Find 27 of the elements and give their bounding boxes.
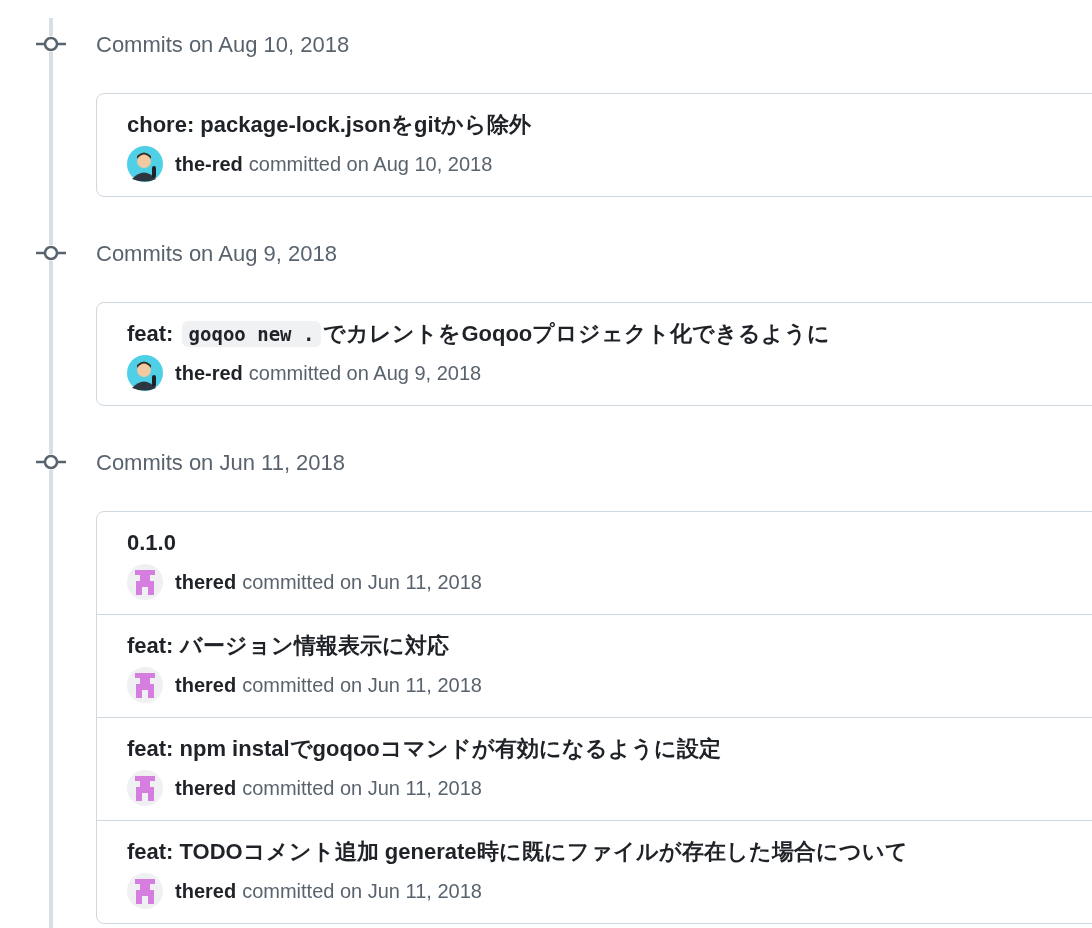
commit-title[interactable]: feat: バージョン情報表示に対応 — [127, 631, 1085, 661]
commit-title[interactable]: feat: TODOコメント追加 generate時に既にファイルが存在した場合について — [127, 837, 1085, 867]
commit-date: committed on Jun 11, 2018 — [242, 776, 482, 801]
commit-date: committed on Aug 10, 2018 — [248, 152, 493, 177]
author-link[interactable]: thered — [175, 670, 237, 700]
commit-date: committed on Jun 11, 2018 — [242, 673, 482, 698]
commit-title[interactable]: feat: npm instalでgoqooコマンドが有効になるように設定 — [127, 734, 1085, 764]
avatar-icon — [127, 564, 163, 600]
commit-date: committed on Jun 11, 2018 — [242, 879, 482, 904]
commit-date: committed on Jun 11, 2018 — [242, 570, 482, 595]
avatar-icon — [127, 355, 163, 391]
avatar-icon — [127, 770, 163, 806]
commit-title[interactable]: feat: goqoo new . でカレントをGoqooプロジェクト化できるように — [127, 319, 1085, 349]
date-heading: Commits on Jun 11, 2018 — [96, 448, 347, 477]
author-link[interactable]: thered — [175, 567, 237, 597]
avatar-icon — [127, 667, 163, 703]
commit-title[interactable]: chore: package-lock.jsonをgitから除外 — [127, 110, 1085, 140]
avatar-icon — [127, 873, 163, 909]
author-link[interactable]: thered — [175, 773, 237, 803]
date-heading: Commits on Aug 10, 2018 — [96, 30, 351, 59]
avatar-icon — [127, 146, 163, 182]
commit-date: committed on Aug 9, 2018 — [248, 361, 482, 386]
author-link[interactable]: the-red — [175, 149, 243, 179]
author-link[interactable]: thered — [175, 876, 237, 906]
date-heading: Commits on Aug 9, 2018 — [96, 239, 338, 268]
commit-title[interactable]: 0.1.0 — [127, 528, 1085, 558]
author-link[interactable]: the-red — [175, 358, 243, 388]
